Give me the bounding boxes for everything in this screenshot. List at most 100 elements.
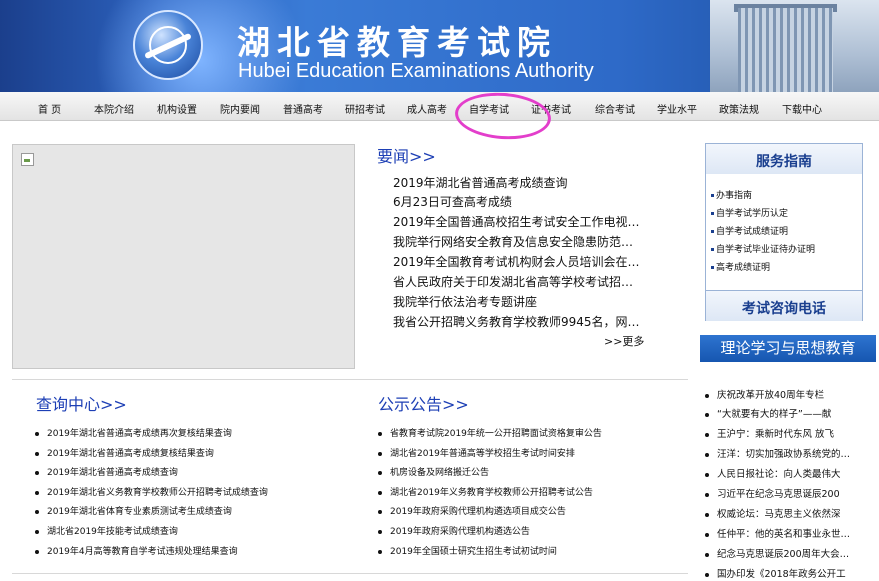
news-item[interactable]: 2019年全国普通高校招生考试安全工作电视…	[393, 213, 640, 230]
service-item[interactable]: 自学考试学历认定	[711, 206, 788, 219]
hotline-header[interactable]: 考试咨询电话	[706, 290, 862, 321]
news-item[interactable]: 省人民政府关于印发湖北省高等学校考试招…	[393, 273, 633, 290]
bullet-dot	[705, 572, 709, 577]
notice-item[interactable]: 2019年政府采购代理机构遴选项目成交公告	[378, 504, 566, 517]
nav-internal-news[interactable]: 院内要闻	[220, 101, 260, 116]
query-item-text: 2019年湖北省普通高考成绩复核结果查询	[47, 449, 214, 459]
news-more-link[interactable]: >>更多	[604, 333, 644, 349]
query-item[interactable]: 湖北省2019年技能考试成绩查询	[35, 524, 178, 537]
notice-item-text: 2019年政府采购代理机构遴选项目成交公告	[390, 507, 566, 517]
nav-academic-level[interactable]: 学业水平	[657, 101, 697, 116]
notice-item[interactable]: 湖北省2019年普通高等学校招生考试时间安排	[378, 446, 575, 459]
nav-self-study-exam[interactable]: 自学考试	[469, 101, 509, 116]
bullet-dot	[35, 529, 39, 534]
query-item[interactable]: 2019年湖北省义务教育学校教师公开招聘考试成绩查询	[35, 485, 268, 498]
nav-organization[interactable]: 机构设置	[157, 101, 197, 116]
service-item[interactable]: 高考成绩证明	[711, 260, 770, 273]
news-item[interactable]: 我院举行依法治考专题讲座	[393, 293, 537, 310]
query-item[interactable]: 2019年湖北省普通高考成绩复核结果查询	[35, 446, 214, 459]
news-item[interactable]: 6月23日可查高考成绩	[393, 193, 512, 210]
theory-item-text: 庆祝改革开放40周年专栏	[717, 390, 825, 401]
news-section-title[interactable]: 要闻>>	[377, 143, 436, 167]
service-item[interactable]: 自学考试成绩证明	[711, 224, 788, 237]
bullet-dot	[35, 549, 39, 554]
theory-item[interactable]: 权威论坛：马克思主义依然深	[705, 506, 877, 520]
site-header: 湖北省教育考试院 Hubei Education Examinations Au…	[0, 0, 879, 92]
site-title-cn: 湖北省教育考试院	[237, 23, 557, 62]
query-item-text: 2019年湖北省普通高考成绩再次复核结果查询	[47, 429, 232, 439]
notice-item[interactable]: 2019年政府采购代理机构遴选公告	[378, 524, 530, 537]
query-item[interactable]: 2019年湖北省普通高考成绩查询	[35, 465, 178, 478]
notice-item-text: 机房设备及网络搬迁公告	[390, 468, 490, 478]
bullet-dot	[35, 431, 39, 436]
query-item[interactable]: 2019年湖北省体育专业素质测试考生成绩查询	[35, 504, 232, 517]
news-item[interactable]: 我院举行网络安全教育及信息安全隐患防范…	[393, 233, 633, 250]
notice-item[interactable]: 湖北省2019年义务教育学校教师公开招聘考试公告	[378, 485, 593, 498]
news-image-placeholder[interactable]	[12, 144, 355, 369]
query-item[interactable]: 2019年湖北省普通高考成绩再次复核结果查询	[35, 426, 232, 439]
nav-comprehensive-exam[interactable]: 综合考试	[595, 101, 635, 116]
main-nav: 首 页 本院介绍 机构设置 院内要闻 普通高考 研招考试 成人高考 自学考试 证…	[0, 92, 879, 121]
nav-downloads[interactable]: 下载中心	[782, 101, 822, 116]
query-item[interactable]: 2019年4月高等教育自学考试违规处理结果查询	[35, 544, 238, 557]
site-logo-emblem[interactable]	[133, 10, 203, 80]
notice-title[interactable]: 公示公告>>	[378, 391, 469, 415]
nav-graduate-exam[interactable]: 研招考试	[345, 101, 385, 116]
news-item[interactable]: 我省公开招聘义务教育学校教师9945名，网…	[393, 313, 640, 330]
bullet-dot	[705, 393, 709, 398]
theory-item-text: 汪洋：切实加强政协系统党的…	[717, 449, 851, 460]
bullet-dot	[378, 470, 382, 475]
nav-home[interactable]: 首 页	[38, 101, 61, 116]
service-item[interactable]: 自学考试毕业证待办证明	[711, 242, 815, 255]
theory-item-text: 权威论坛：马克思主义依然深	[717, 509, 841, 520]
news-item[interactable]: 2019年全国教育考试机构财会人员培训会在…	[393, 253, 640, 270]
service-guide-title: 服务指南	[756, 154, 812, 170]
theory-item[interactable]: 庆祝改革开放40周年专栏	[705, 387, 877, 401]
theory-item[interactable]: 王沪宁：乘新时代东风 放飞	[705, 426, 877, 440]
notice-item-text: 2019年全国硕士研究生招生考试初试时间	[390, 547, 557, 557]
bullet-dot	[378, 549, 382, 554]
theory-item[interactable]: 任仲平：他的英名和事业永世…	[705, 526, 877, 540]
bullet-dot	[378, 431, 382, 436]
service-item[interactable]: 办事指南	[711, 188, 752, 201]
query-center-title[interactable]: 查询中心>>	[36, 391, 127, 415]
bullet-dot	[378, 490, 382, 495]
notice-item-text: 省教育考试院2019年统一公开招聘面试资格复审公告	[390, 429, 602, 439]
service-guide-header: 服务指南	[706, 144, 862, 174]
nav-adult-exam[interactable]: 成人高考	[407, 101, 447, 116]
section-divider	[12, 379, 688, 380]
theory-study-banner[interactable]: 理论学习与思想教育	[700, 335, 876, 362]
bullet-dot	[705, 432, 709, 437]
bullet-dot	[35, 470, 39, 475]
theory-item[interactable]: 人民日报社论：向人类最伟大	[705, 466, 877, 480]
query-item-text: 湖北省2019年技能考试成绩查询	[47, 527, 178, 537]
nav-about[interactable]: 本院介绍	[94, 101, 134, 116]
theory-item[interactable]: 国办印发《2018年政务公开工	[705, 566, 877, 580]
service-guide-panel: 服务指南 办事指南 自学考试学历认定 自学考试成绩证明 自学考试毕业证待办证明 …	[705, 143, 863, 321]
theory-item-text: 习近平在纪念马克思诞辰200	[717, 489, 840, 500]
bullet-dot	[705, 452, 709, 457]
bullet-dot	[35, 509, 39, 514]
theory-item[interactable]: 习近平在纪念马克思诞辰200	[705, 486, 877, 500]
news-item[interactable]: 2019年湖北省普通高考成绩查询	[393, 174, 568, 191]
hotline-title: 考试咨询电话	[742, 301, 826, 317]
nav-certificate-exam[interactable]: 证书考试	[531, 101, 571, 116]
bullet-dot	[378, 451, 382, 456]
nav-gaokao[interactable]: 普通高考	[283, 101, 323, 116]
notice-item[interactable]: 2019年全国硕士研究生招生考试初试时间	[378, 544, 557, 557]
query-item-text: 2019年湖北省体育专业素质测试考生成绩查询	[47, 507, 232, 517]
theory-item[interactable]: 纪念马克思诞辰200周年大会…	[705, 546, 877, 560]
notice-item-text: 湖北省2019年义务教育学校教师公开招聘考试公告	[390, 488, 593, 498]
bullet-dot	[705, 512, 709, 517]
query-item-text: 2019年4月高等教育自学考试违规处理结果查询	[47, 547, 238, 557]
notice-item[interactable]: 机房设备及网络搬迁公告	[378, 465, 489, 478]
notice-item[interactable]: 省教育考试院2019年统一公开招聘面试资格复审公告	[378, 426, 602, 439]
notice-item-text: 湖北省2019年普通高等学校招生考试时间安排	[390, 449, 575, 459]
theory-item-text: 王沪宁：乘新时代东风 放飞	[717, 429, 835, 440]
theory-item-text: 任仲平：他的英名和事业永世…	[717, 529, 851, 540]
notice-item-text: 2019年政府采购代理机构遴选公告	[390, 527, 530, 537]
theory-item[interactable]: 汪洋：切实加强政协系统党的…	[705, 446, 877, 460]
nav-policy[interactable]: 政策法规	[719, 101, 759, 116]
theory-item[interactable]: “大就要有大的样子”——献	[705, 406, 877, 420]
theory-item-text: 国办印发《2018年政务公开工	[717, 569, 846, 580]
